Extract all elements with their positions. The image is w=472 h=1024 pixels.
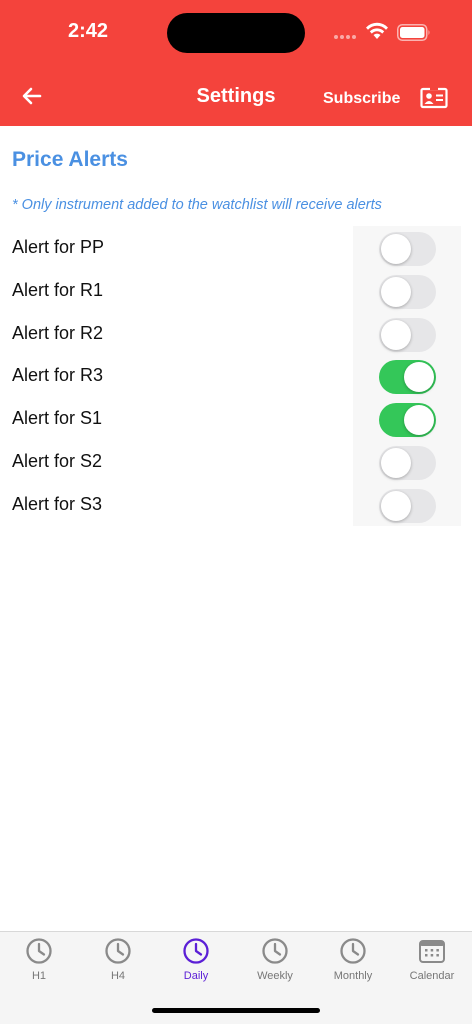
- tab-label: Weekly: [257, 970, 293, 982]
- contact-card-icon[interactable]: [420, 86, 448, 110]
- alert-toggle[interactable]: [379, 317, 436, 352]
- arrow-left-icon: [22, 87, 42, 105]
- tab-label: Calendar: [409, 970, 455, 982]
- tab-weekly[interactable]: Weekly: [236, 932, 314, 992]
- alert-row: Alert for PP: [0, 227, 472, 270]
- alert-toggle[interactable]: [379, 232, 436, 266]
- alert-label: Alert for S2: [12, 451, 103, 471]
- wifi-icon: [366, 22, 388, 39]
- tab-label: Daily: [183, 970, 209, 982]
- alert-label: Alert for S3: [12, 493, 103, 514]
- toggle-knob: [404, 362, 434, 393]
- calendar-icon: [419, 940, 445, 963]
- signal-icon: [334, 35, 356, 39]
- back-button[interactable]: [16, 80, 48, 112]
- alert-toggle[interactable]: [379, 274, 436, 309]
- tab-h1[interactable]: H1: [0, 932, 78, 992]
- alert-label: Alert for R1: [12, 279, 104, 300]
- tab-label: H1: [31, 970, 47, 982]
- status-time: 2:42: [68, 20, 109, 42]
- toggle-knob: [381, 276, 411, 307]
- tab-monthly[interactable]: Monthly: [314, 932, 392, 992]
- home-indicator: [152, 1008, 320, 1013]
- alert-label: Alert for PP: [12, 237, 105, 257]
- toggle-knob: [381, 490, 411, 521]
- toggle-knob: [381, 448, 411, 478]
- alert-row: Alert for S3: [0, 484, 472, 527]
- alert-row: Alert for R1: [0, 270, 472, 313]
- alert-toggle[interactable]: [379, 360, 436, 395]
- alert-toggle[interactable]: [379, 403, 436, 438]
- battery-icon: [397, 24, 430, 41]
- tab-daily[interactable]: Daily: [157, 932, 235, 992]
- alert-toggle[interactable]: [379, 446, 436, 480]
- subscribe-button[interactable]: Subscribe: [323, 90, 400, 108]
- clock-icon: [105, 938, 131, 964]
- alert-row: Alert for S1: [0, 398, 472, 441]
- toggle-knob: [381, 319, 411, 350]
- alert-row: Alert for R3: [0, 355, 472, 398]
- clock-icon: [340, 938, 366, 964]
- dynamic-island: [167, 13, 305, 53]
- tab-h4[interactable]: H4: [79, 932, 157, 992]
- toggle-knob: [381, 234, 411, 264]
- alert-label: Alert for R3: [12, 365, 104, 386]
- clock-icon: [183, 938, 209, 964]
- section-title: Price Alerts: [12, 148, 128, 171]
- alert-toggle[interactable]: [379, 488, 436, 523]
- toggle-knob: [404, 405, 434, 436]
- page-title: Settings: [196, 85, 276, 107]
- alert-label: Alert for S1: [12, 408, 103, 429]
- tab-calendar[interactable]: Calendar: [393, 932, 471, 992]
- clock-icon: [262, 938, 288, 964]
- app-bar: 2:42 Settings Subscribe: [0, 0, 472, 126]
- clock-icon: [26, 938, 52, 964]
- tab-label: H4: [110, 970, 126, 982]
- alert-row: Alert for R2: [0, 313, 472, 356]
- tab-label: Monthly: [333, 970, 373, 982]
- alert-row: Alert for S2: [0, 441, 472, 484]
- section-note: * Only instrument added to the watchlist…: [12, 197, 382, 213]
- alert-label: Alert for R2: [12, 322, 104, 343]
